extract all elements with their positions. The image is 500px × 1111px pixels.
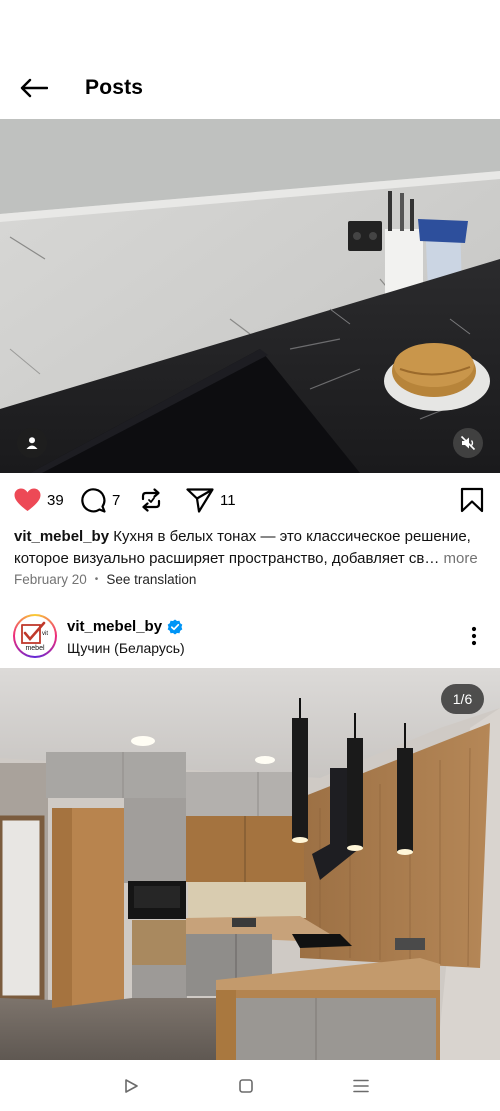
comment-bubble-icon (81, 488, 106, 513)
arrow-left-icon (20, 78, 48, 98)
system-nav-bar (0, 1060, 500, 1111)
share-count: 11 (220, 491, 236, 509)
post-header: mebel vit vit_mebel_by Щучин (Беларусь) (0, 612, 500, 662)
save-button[interactable] (460, 484, 484, 516)
system-recents-button[interactable] (349, 1074, 373, 1098)
comment-button[interactable]: 7 (80, 484, 120, 516)
carousel-page-indicator: 1/6 (441, 684, 484, 714)
triangle-back-icon (125, 1079, 138, 1093)
post-image-carousel[interactable] (0, 668, 500, 1060)
post-location[interactable]: Щучин (Беларусь) (67, 640, 185, 656)
post-options-button[interactable] (462, 624, 486, 648)
avatar[interactable]: mebel vit (13, 614, 57, 658)
page-title: Posts (85, 76, 144, 99)
svg-text:mebel: mebel (25, 645, 45, 652)
post-caption: vit_mebel_by Кухня в белых тонах — это к… (14, 526, 490, 570)
heart-filled-icon (14, 488, 41, 511)
post-date: February 20 (14, 572, 87, 587)
svg-text:vit: vit (42, 631, 48, 637)
post-video[interactable] (0, 119, 500, 473)
see-translation-link[interactable]: See translation (106, 572, 196, 587)
repost-button[interactable] (138, 484, 170, 516)
tagged-users-button[interactable] (17, 428, 47, 458)
system-back-button[interactable] (119, 1074, 143, 1098)
caption-username[interactable]: vit_mebel_by (14, 528, 109, 545)
back-button[interactable] (14, 68, 54, 108)
post-meta: February 20 • See translation (14, 572, 196, 587)
more-vertical-icon (471, 626, 477, 646)
like-button[interactable]: 39 (14, 484, 64, 516)
repost-icon (141, 488, 161, 512)
brand-logo-icon: mebel vit (21, 621, 48, 652)
share-button[interactable]: 11 (186, 484, 236, 516)
top-bar: Posts (0, 60, 500, 116)
separator-dot: • (94, 574, 99, 585)
menu-lines-icon (353, 1079, 369, 1093)
mute-button[interactable] (453, 428, 483, 458)
paper-plane-icon (186, 488, 214, 513)
kitchen-photo-1 (0, 119, 500, 473)
avatar-logo: mebel vit (15, 616, 55, 656)
system-home-button[interactable] (234, 1074, 258, 1098)
like-count: 39 (47, 491, 64, 509)
kitchen-photo-2 (0, 668, 500, 1060)
square-home-icon (239, 1079, 253, 1093)
post-username[interactable]: vit_mebel_by (67, 618, 183, 635)
comment-count: 7 (112, 491, 121, 509)
username-text: vit_mebel_by (67, 618, 163, 635)
bookmark-icon (460, 487, 484, 513)
verified-badge-icon (167, 619, 183, 634)
speaker-muted-icon (460, 435, 476, 451)
post-actions: 39 7 11 (0, 484, 500, 516)
caption-more-link[interactable]: more (439, 550, 478, 567)
person-icon (26, 437, 38, 449)
